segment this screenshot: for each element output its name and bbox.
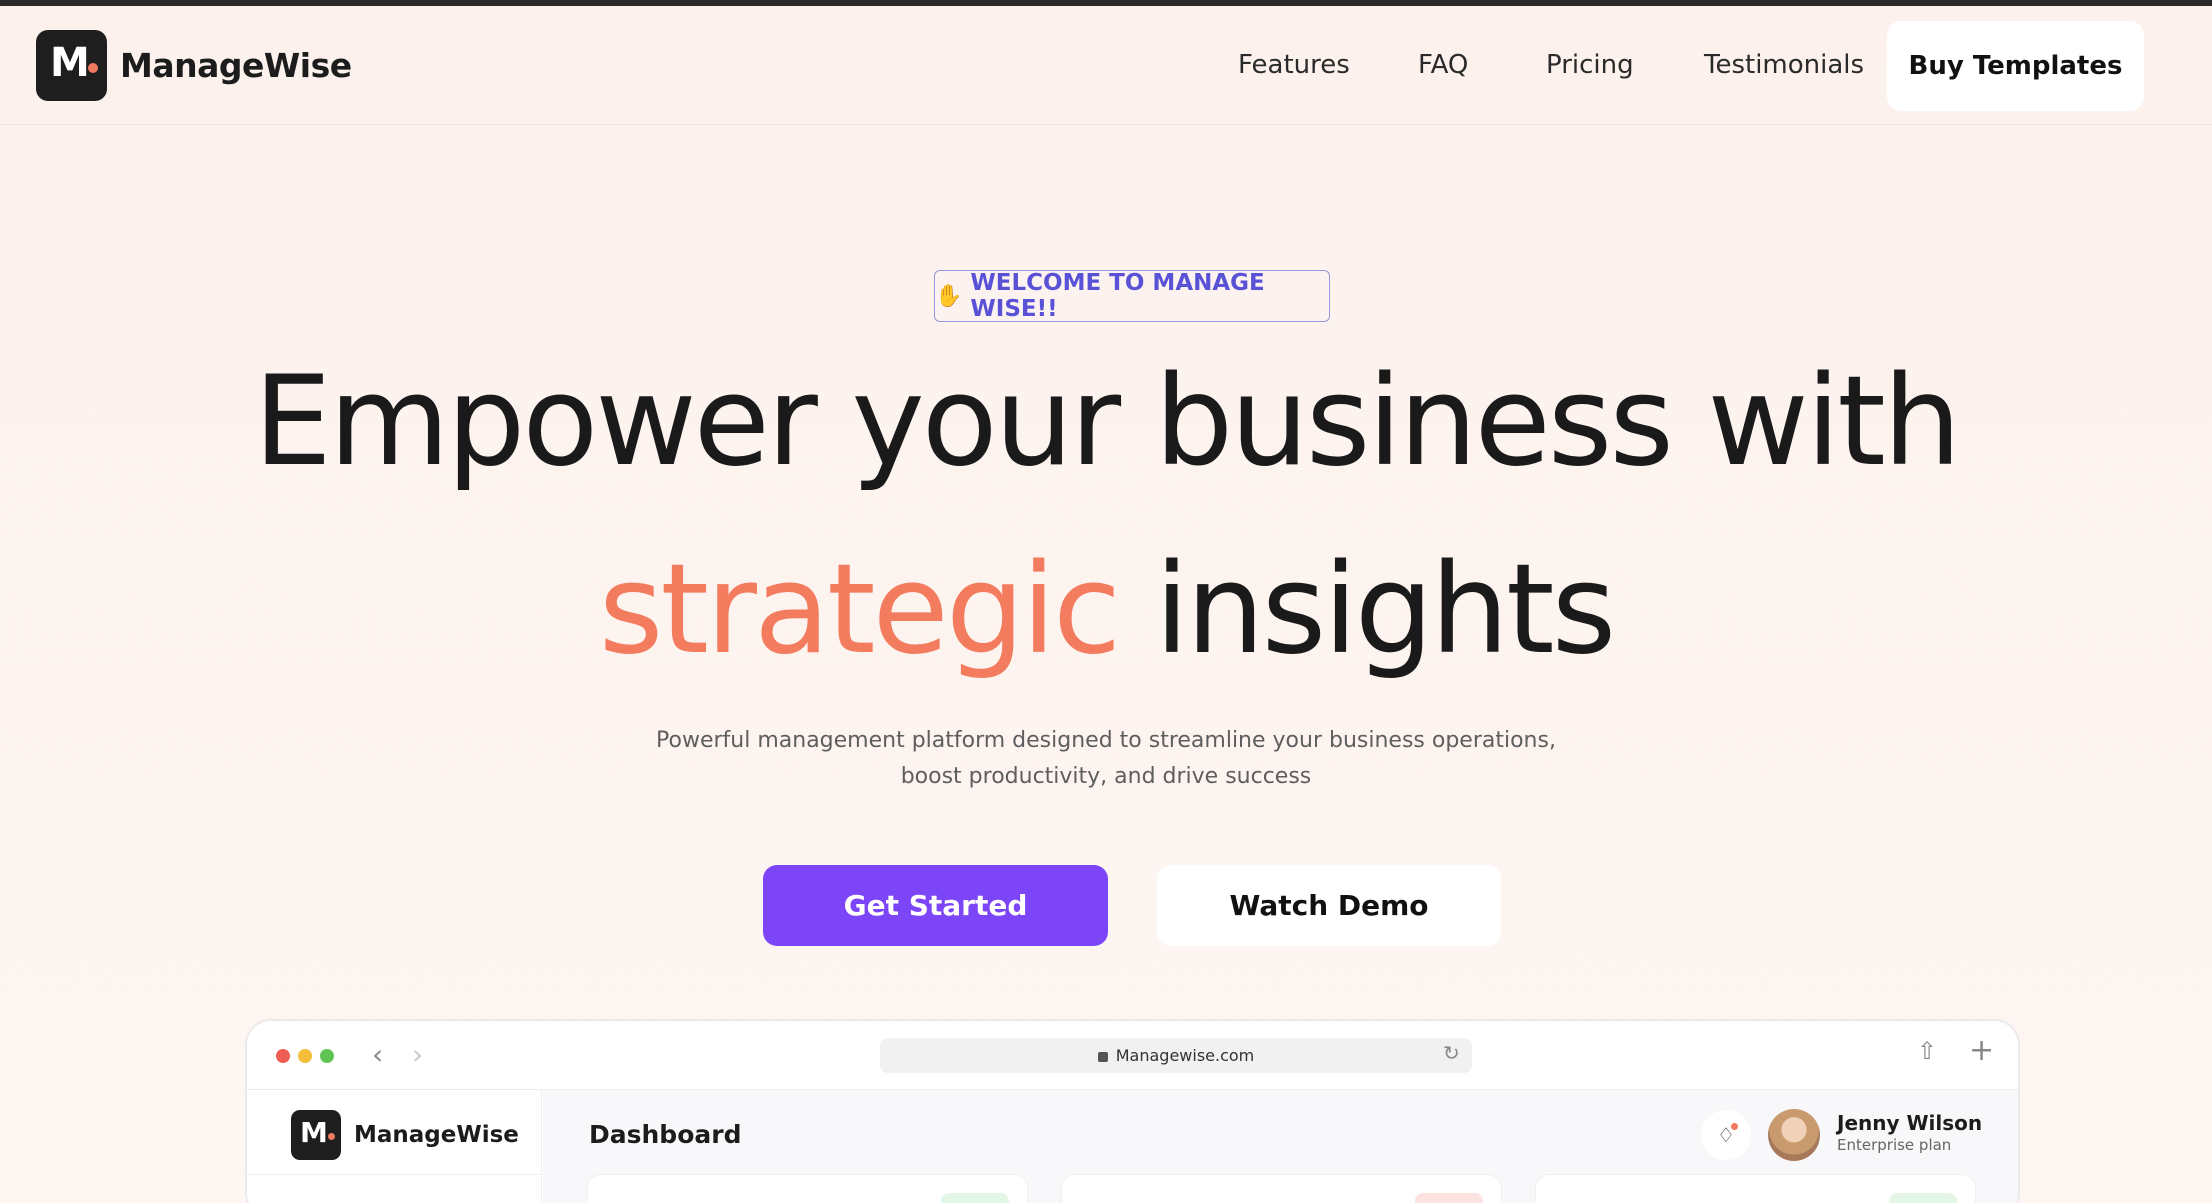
reload-icon[interactable]: ↻ (1443, 1041, 1460, 1065)
hero-subtitle-line-1: Powerful management platform designed to… (656, 728, 1556, 753)
nav-link-pricing[interactable]: Pricing (1546, 50, 1634, 80)
logo-letter: M (50, 40, 90, 86)
user-plan: Enterprise plan (1837, 1136, 1952, 1154)
trend-badge (941, 1193, 1009, 1203)
logo-dot (88, 63, 98, 73)
notification-bell-icon[interactable]: ♢ (1701, 1110, 1751, 1160)
trend-badge (1415, 1193, 1483, 1203)
trend-badge (1889, 1193, 1957, 1203)
nav-link-faq[interactable]: FAQ (1418, 50, 1468, 80)
headline-rest-word: insights (1154, 538, 1617, 682)
waving-hand-icon: ✋ (935, 283, 963, 309)
new-tab-icon[interactable]: + (1969, 1033, 1994, 1068)
top-navigation: M ManageWise Features FAQ Pricing Testim… (0, 6, 2212, 125)
app-logo-icon[interactable]: M (291, 1110, 341, 1160)
headline-line-1: Empower your business with (253, 350, 1962, 494)
buy-templates-button[interactable]: Buy Templates (1887, 21, 2144, 111)
lock-icon (1097, 1051, 1108, 1062)
logo-icon[interactable]: M (36, 30, 107, 101)
user-name: Jenny Wilson (1837, 1111, 1983, 1135)
notification-dot (1731, 1123, 1738, 1130)
watch-demo-button[interactable]: Watch Demo (1157, 865, 1501, 946)
stat-card[interactable] (587, 1174, 1028, 1203)
browser-mockup: ‹ › Managewise.com ↻ ⇧ + M ManageWise Da… (245, 1019, 2020, 1203)
app-logo-dot (328, 1133, 335, 1140)
forward-chevron-icon[interactable]: › (412, 1038, 423, 1071)
browser-toolbar: ‹ › Managewise.com ↻ ⇧ + (247, 1021, 2018, 1090)
app-brand-name: ManageWise (354, 1122, 519, 1148)
get-started-button[interactable]: Get Started (763, 865, 1108, 946)
nav-link-testimonials[interactable]: Testimonials (1704, 50, 1864, 80)
close-window-dot[interactable] (276, 1049, 290, 1063)
stat-card[interactable] (1061, 1174, 1502, 1203)
dashboard-title: Dashboard (589, 1120, 742, 1149)
share-icon[interactable]: ⇧ (1917, 1037, 1937, 1065)
address-bar-url: Managewise.com (1115, 1046, 1255, 1065)
welcome-badge: ✋ WELCOME TO MANAGE WISE!! (934, 270, 1330, 322)
headline-line-2: strategic insights (0, 538, 2212, 682)
maximize-window-dot[interactable] (320, 1049, 334, 1063)
nav-link-features[interactable]: Features (1238, 50, 1350, 80)
address-bar[interactable]: Managewise.com (880, 1038, 1472, 1073)
stat-card[interactable] (1535, 1174, 1976, 1203)
hero-subtitle-line-2: boost productivity, and drive success (900, 764, 1312, 789)
welcome-badge-label: WELCOME TO MANAGE WISE!! (970, 270, 1265, 322)
brand-name[interactable]: ManageWise (120, 46, 352, 85)
back-chevron-icon[interactable]: ‹ (372, 1038, 383, 1071)
app-main-area: Dashboard ♢ Jenny Wilson Enterprise plan (543, 1090, 2018, 1203)
minimize-window-dot[interactable] (298, 1049, 312, 1063)
sidebar-divider (247, 1174, 542, 1175)
user-avatar[interactable] (1768, 1109, 1820, 1161)
app-logo-letter: M (300, 1116, 328, 1149)
app-sidebar: M ManageWise (247, 1090, 542, 1203)
headline-accent-word: strategic (598, 538, 1121, 682)
